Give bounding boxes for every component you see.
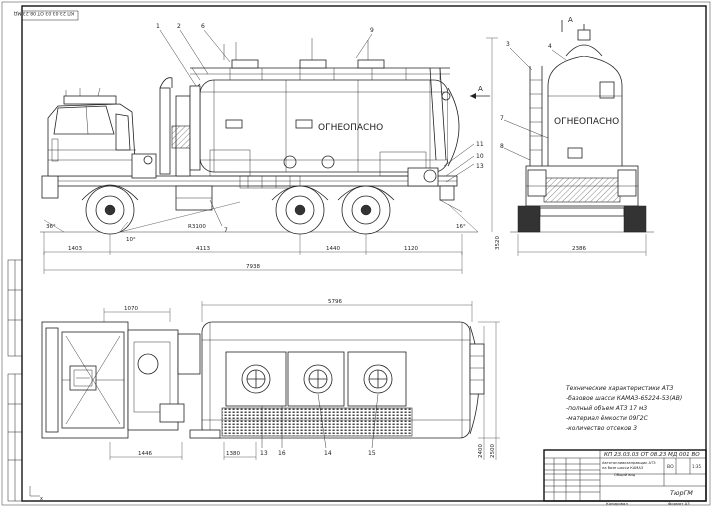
dim-width1: 2500 <box>490 444 496 458</box>
top-pos-16: 16 <box>278 450 286 457</box>
spec-title: Технические характеристики АТЗ <box>566 385 674 392</box>
dim-total-length: 7938 <box>246 264 260 270</box>
side-pos-6: 6 <box>201 23 205 30</box>
dim-front-track: 1446 <box>138 451 152 457</box>
top-left-stamp-text: КП 23.03.03 ОТ 08.23 МД <box>13 10 74 16</box>
rear-pos-7: 7 <box>500 115 504 122</box>
top-view: 13 16 14 15 1070 5796 1446 1380 2500 240… <box>41 299 500 460</box>
doc-code: КП 23.03.03 ОТ 08.23 МД 001 ВО <box>604 452 700 458</box>
top-pos-14: 14 <box>324 450 332 457</box>
dim-base2: 1440 <box>326 246 340 252</box>
spec-line-4: -количество отсеков 3 <box>566 425 637 432</box>
side-section-mark: А <box>478 85 483 93</box>
spec-line-2: -полный объем АТЗ 17 м3 <box>566 405 647 412</box>
side-pos-10: 10 <box>476 153 484 160</box>
dim-cab: 1070 <box>124 306 138 312</box>
title-block: КП 23.03.03 ОТ 08.23 МД 001 ВО Автотопли… <box>543 449 707 506</box>
rear-section-mark: А <box>568 16 573 24</box>
rear-pos-8: 8 <box>500 143 504 150</box>
sheet-mark: ВО <box>667 464 674 470</box>
corner-axis-mark: x <box>29 486 43 502</box>
rear-dim-width: 2386 <box>572 246 586 252</box>
side-pos-13: 13 <box>476 163 484 170</box>
left-margin-stamps <box>7 259 23 502</box>
spec-line-1: -базовое шасси КАМАЗ-65224-53(АВ) <box>566 395 682 402</box>
spec-notes: Технические характеристики АТЗ -базовое … <box>566 385 682 432</box>
side-pos-11: 11 <box>476 141 484 148</box>
org-name: ТюрГМ <box>670 489 693 497</box>
top-pos-13: 13 <box>260 450 268 457</box>
top-walkway <box>221 407 413 437</box>
angle-left: 36° <box>46 224 56 230</box>
rear-tank-label: ОГНЕОПАСНО <box>554 117 619 127</box>
side-wheels <box>81 184 395 235</box>
dim-height: 3520 <box>495 236 501 250</box>
angle-middle: 10° <box>126 237 136 243</box>
format-label: Формат А3 <box>668 501 690 506</box>
dim-rear: 1120 <box>404 246 418 252</box>
copied-label: Копировал <box>606 501 628 506</box>
radius-label: R3100 <box>188 224 206 230</box>
dim-base1: 4113 <box>196 246 210 252</box>
rear-pos-4: 4 <box>548 43 552 50</box>
side-pos-7: 7 <box>224 227 228 234</box>
engineering-drawing-sheet: КП 23.03.03 ОТ 08.23 МД ОГНЕОПАСНО 36° 1… <box>1 1 711 506</box>
scale: 1:35 <box>692 464 701 469</box>
dim-tank: 5796 <box>328 299 342 305</box>
angle-right: 16° <box>456 224 466 230</box>
dim-rear-track: 1380 <box>226 451 240 457</box>
side-pos-9: 9 <box>370 27 374 34</box>
doc-name-2: на базе шасси КАМАЗ <box>602 466 644 470</box>
rear-view: ОГНЕОПАСНО А 3 4 7 8 2386 <box>500 16 654 256</box>
rear-pos-3: 3 <box>506 41 510 48</box>
doc-name-1: Автотопливозаправщик АТЗ <box>602 461 656 465</box>
side-view: ОГНЕОПАСНО 36° 10° 16° R3100 А 1 2 6 9 1… <box>40 23 501 274</box>
side-pos-2: 2 <box>177 23 181 30</box>
dim-front: 1403 <box>68 246 82 252</box>
svg-text:x: x <box>40 496 43 502</box>
doc-name-3: Общий вид <box>614 473 636 477</box>
side-pos-1: 1 <box>156 23 160 30</box>
top-manholes <box>225 351 407 407</box>
side-tank-label: ОГНЕОПАСНО <box>318 123 383 133</box>
top-pos-15: 15 <box>368 450 376 457</box>
dim-width2: 2400 <box>478 444 484 458</box>
spec-line-3: -материал ёмкости 09Г2С <box>566 415 649 422</box>
